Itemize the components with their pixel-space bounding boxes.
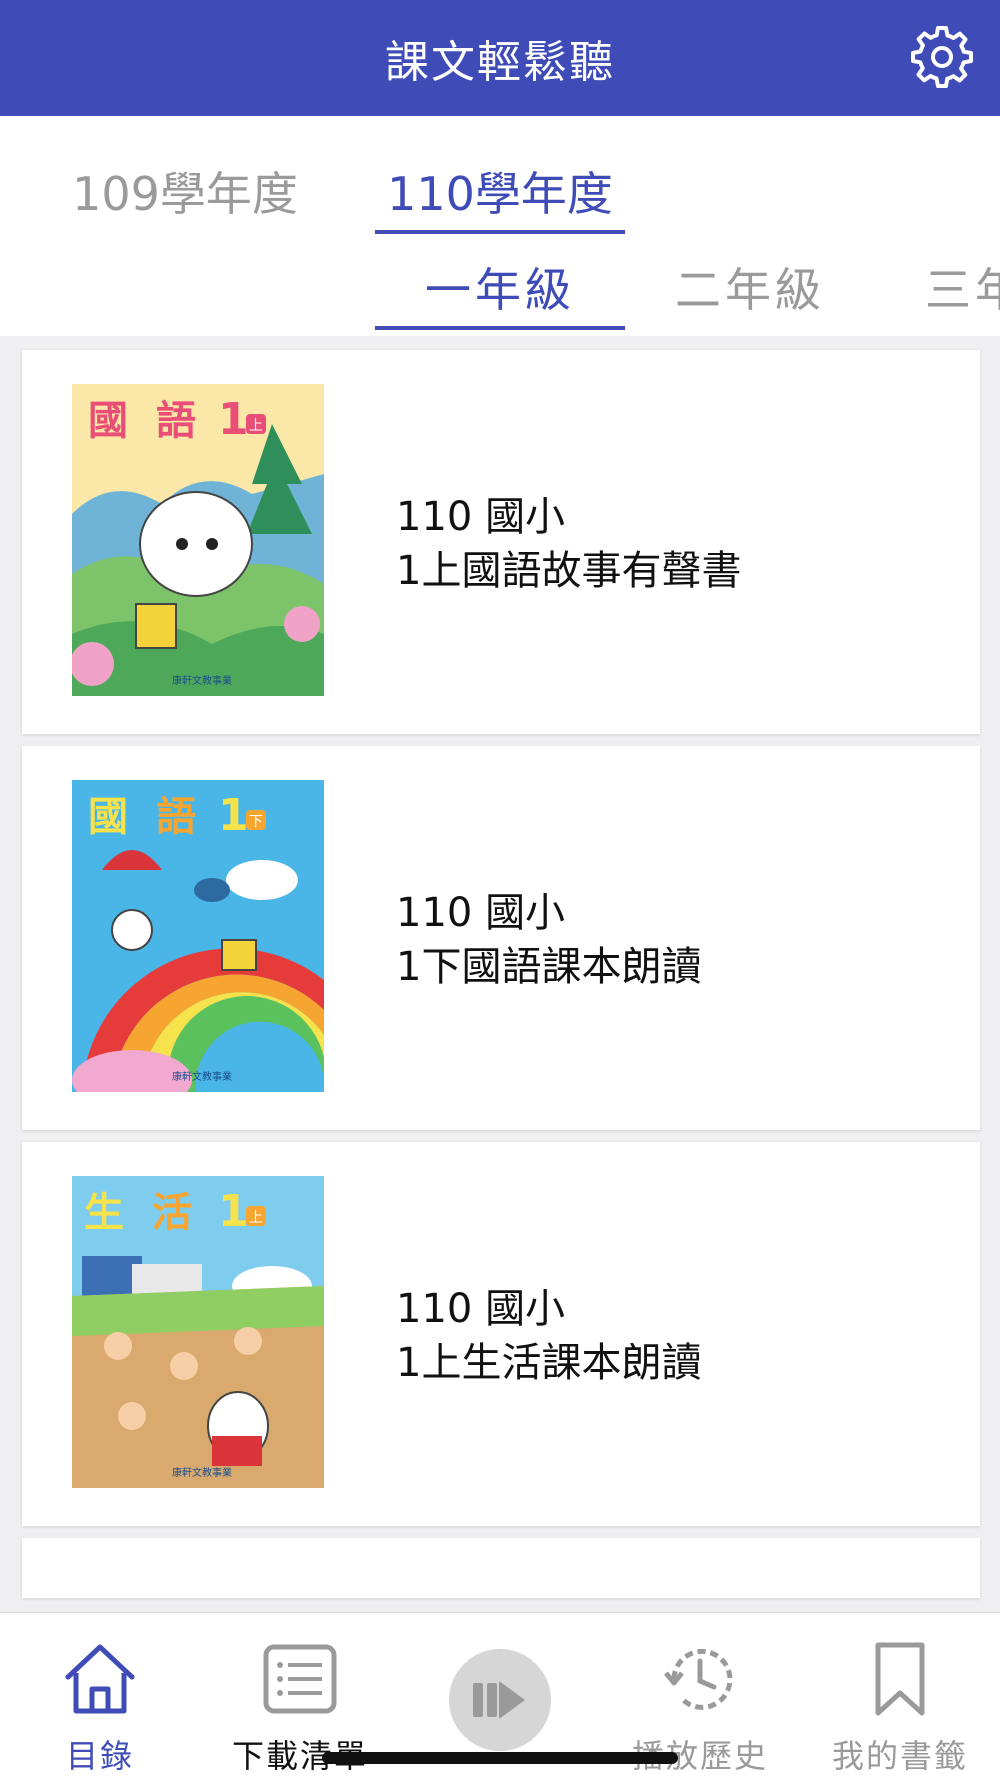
tab-year-109[interactable]: 109學年度	[60, 138, 310, 234]
book-title: 1下國語課本朗讀	[396, 944, 702, 990]
bookmark-icon	[875, 1642, 925, 1716]
book-cover-image: 生 活 1 上 康軒文教事業	[72, 1176, 324, 1488]
book-info: 110 國小 1下國語課本朗讀	[396, 886, 701, 994]
book-title: 1上國語故事有聲書	[396, 548, 742, 594]
svg-text:語: 語	[156, 398, 196, 444]
svg-text:下: 下	[249, 814, 263, 830]
book-card[interactable]: 國 語 1 上 康軒文教事業 110 國小 1上國語故事有聲書	[22, 350, 980, 734]
book-year-level: 110 國小	[396, 1286, 566, 1332]
tab-year-110[interactable]: 110學年度	[375, 138, 625, 234]
book-list: 國 語 1 上 康軒文教事業 110 國小 1上國語故事有聲書 國 語 1 下 …	[22, 350, 980, 1610]
book-title: 1上生活課本朗讀	[396, 1340, 702, 1386]
book-card[interactable]: 生 活 1 上 康軒文教事業 110 國小 1上生活課本朗讀	[22, 1142, 980, 1526]
gear-icon[interactable]	[910, 24, 974, 88]
svg-text:語: 語	[156, 794, 196, 840]
tab-grade-2[interactable]: 二年級	[625, 226, 875, 330]
svg-text:國: 國	[88, 794, 128, 840]
tab-grade-1[interactable]: 一年級	[375, 226, 625, 330]
play-pause-icon	[473, 1681, 525, 1719]
book-info: 110 國小 1上國語故事有聲書	[396, 490, 741, 598]
grade-tabs: 一年級 二年級 三年級	[0, 226, 1000, 336]
book-card-partial[interactable]	[22, 1538, 980, 1598]
book-info: 110 國小 1上生活課本朗讀	[396, 1282, 701, 1390]
svg-text:1: 1	[218, 1186, 249, 1237]
tab-grade-3[interactable]: 三年級	[875, 226, 1000, 330]
book-year-level: 110 國小	[396, 890, 566, 936]
book-cover-image: 國 語 1 上 康軒文教事業	[72, 384, 324, 696]
svg-text:康軒文教事業: 康軒文教事業	[172, 1070, 232, 1083]
svg-text:康軒文教事業: 康軒文教事業	[172, 674, 232, 687]
svg-text:康軒文教事業: 康軒文教事業	[172, 1466, 232, 1479]
home-indicator[interactable]	[322, 1752, 678, 1764]
nav-catalog[interactable]: 目錄	[0, 1613, 200, 1779]
nav-bookmarks-label: 我的書籤	[831, 1737, 968, 1775]
book-year-level: 110 國小	[396, 494, 566, 540]
nav-catalog-label: 目錄	[65, 1737, 134, 1775]
svg-text:1: 1	[218, 394, 249, 445]
svg-text:生: 生	[84, 1190, 124, 1236]
list-icon	[263, 1644, 337, 1714]
page-title: 課文輕鬆聽	[385, 37, 615, 88]
svg-text:國: 國	[88, 398, 128, 444]
book-cover-image: 國 語 1 下 康軒文教事業	[72, 780, 324, 1092]
svg-text:活: 活	[152, 1190, 192, 1236]
play-pause-button[interactable]	[449, 1649, 551, 1751]
svg-text:上: 上	[249, 418, 263, 434]
history-icon	[664, 1648, 733, 1710]
nav-bookmarks[interactable]: 我的書籤	[800, 1613, 1000, 1779]
app-header: 課文輕鬆聽	[0, 0, 1000, 116]
svg-text:1: 1	[218, 790, 249, 841]
home-icon	[65, 1644, 135, 1714]
tabs-area: 109學年度 110學年度 一年級 二年級 三年級	[0, 116, 1000, 336]
book-card[interactable]: 國 語 1 下 康軒文教事業 110 國小 1下國語課本朗讀	[22, 746, 980, 1130]
svg-text:上: 上	[249, 1210, 263, 1226]
